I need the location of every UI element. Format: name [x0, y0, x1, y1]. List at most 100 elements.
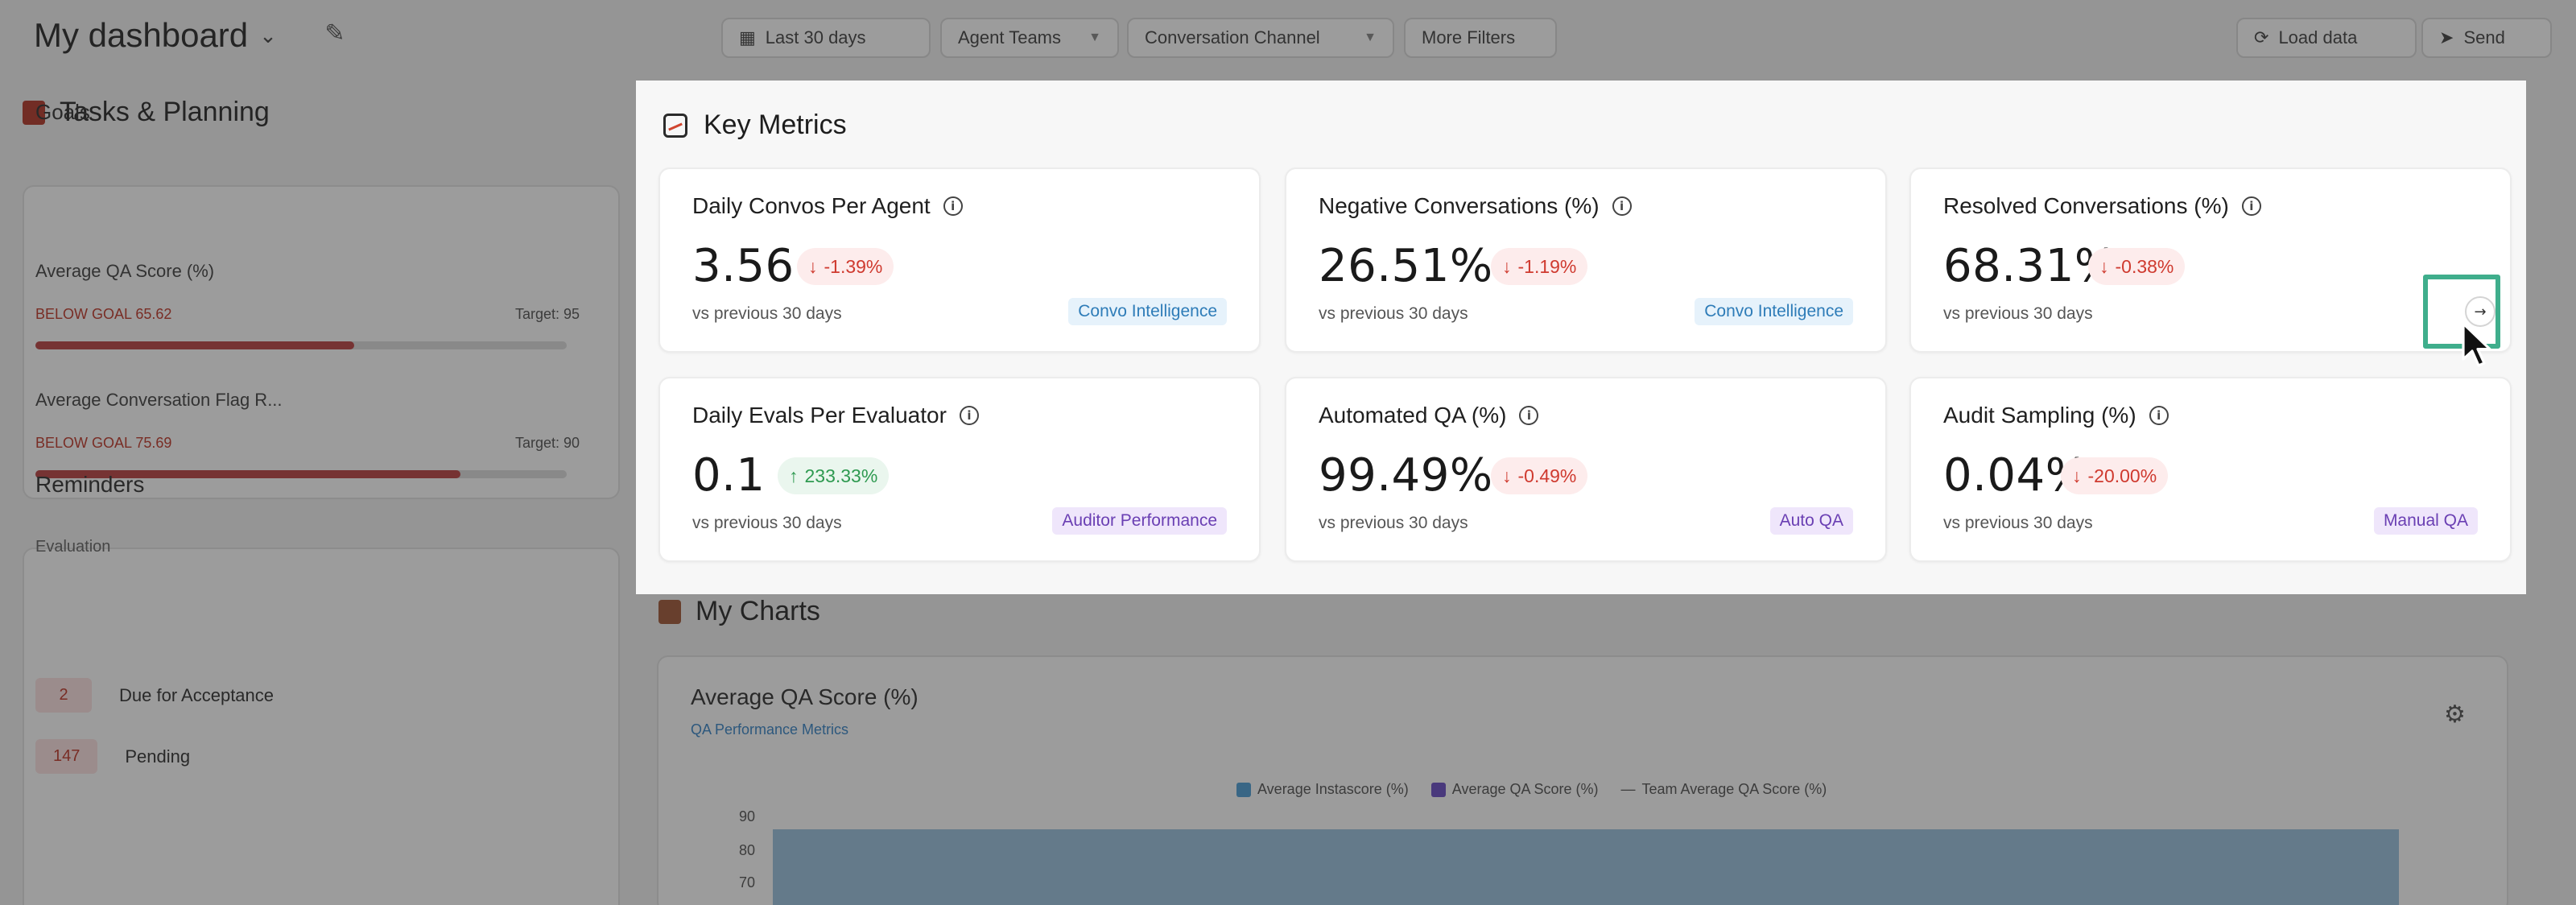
dashboard-title[interactable]: My dashboard ⌄ — [34, 16, 277, 55]
tasks-planning-title: Tasks & Planning — [60, 97, 270, 127]
metric-value: 3.56 — [692, 240, 795, 292]
metric-title: Daily Convos Per Agent i — [692, 193, 963, 219]
metric-delta-value: 233.33% — [804, 465, 878, 486]
date-range-label: Last 30 days — [765, 27, 866, 48]
metric-comparison: vs previous 30 days — [1943, 514, 2093, 532]
more-filters-label: More Filters — [1422, 27, 1516, 48]
arrow-up-icon: ↑ — [789, 465, 799, 486]
metric-title-text: Negative Conversations (%) — [1319, 193, 1600, 218]
key-metrics-panel: Key Metrics Daily Convos Per Agent i 3.5… — [636, 81, 2526, 594]
date-range-filter[interactable]: ▦ Last 30 days — [721, 18, 931, 58]
key-metrics-title: Key Metrics — [704, 110, 847, 140]
metric-title: Automated QA (%) i — [1319, 403, 1539, 428]
chart-legend: Average Instascore (%) Average QA Score … — [1236, 781, 1827, 798]
goal-progress-fill — [35, 341, 354, 349]
metric-title: Negative Conversations (%) i — [1319, 193, 1632, 219]
metric-card-daily-convos-per-agent[interactable]: Daily Convos Per Agent i 3.56 ↓ -1.39% v… — [658, 167, 1261, 353]
metric-card-resolved-conversations[interactable]: Resolved Conversations (%) i 68.31% ↓ -0… — [1909, 167, 2512, 353]
info-icon[interactable]: i — [943, 196, 963, 216]
arrow-down-icon: ↓ — [1502, 465, 1512, 486]
reminders-title: Reminders — [35, 472, 145, 497]
metric-card-automated-qa[interactable]: Automated QA (%) i 99.49% ↓ -0.49% vs pr… — [1285, 377, 1887, 562]
arrow-down-icon: ↓ — [2072, 465, 2082, 486]
info-icon[interactable]: i — [2241, 196, 2261, 216]
more-filters-button[interactable]: More Filters — [1404, 18, 1557, 58]
metric-category-tag: Auto QA — [1769, 507, 1853, 535]
metric-card-audit-sampling[interactable]: Audit Sampling (%) i 0.04% ↓ -20.00% vs … — [1909, 377, 2512, 562]
my-charts-header: My Charts — [658, 596, 820, 627]
metric-value: 99.49% — [1319, 449, 1493, 502]
metric-delta-value: -1.19% — [1517, 255, 1577, 277]
metric-title: Resolved Conversations (%) i — [1943, 193, 2261, 219]
mouse-cursor-icon — [2462, 322, 2491, 367]
metric-category-tag: Convo Intelligence — [1068, 298, 1227, 325]
chart-area — [773, 829, 2399, 905]
metric-comparison: vs previous 30 days — [692, 304, 842, 323]
metric-delta-value: -0.38% — [2115, 255, 2174, 277]
goal-status: BELOW GOAL 65.62 — [35, 306, 172, 322]
metric-title: Audit Sampling (%) i — [1943, 403, 2169, 428]
reminder-row[interactable]: 147 Pending — [35, 739, 190, 774]
top-bar: My dashboard ⌄ ✎ ▦ Last 30 days Agent Te… — [0, 0, 2576, 77]
metric-card-daily-evals-per-evaluator[interactable]: Daily Evals Per Evaluator i 0.1 ↑ 233.33… — [658, 377, 1261, 562]
metric-delta-value: -0.49% — [1517, 465, 1577, 486]
metric-delta: ↓ -20.00% — [2061, 457, 2169, 494]
reminder-count: 2 — [35, 678, 92, 713]
metric-comparison: vs previous 30 days — [692, 514, 842, 532]
conversation-channel-label: Conversation Channel — [1145, 27, 1320, 48]
goal-status: BELOW GOAL 75.69 — [35, 435, 172, 451]
line-chart-icon — [663, 113, 687, 138]
goal-name: Average Conversation Flag R... — [35, 390, 283, 410]
metric-delta: ↓ -0.38% — [2088, 248, 2186, 285]
edit-icon[interactable]: ✎ — [319, 19, 351, 52]
arrow-down-icon: ↓ — [1502, 255, 1512, 277]
chevron-down-icon[interactable]: ⌄ — [259, 23, 277, 48]
metric-comparison: vs previous 30 days — [1943, 304, 2093, 323]
metric-title: Daily Evals Per Evaluator i — [692, 403, 979, 428]
info-icon[interactable]: i — [2149, 406, 2169, 425]
metric-value: 26.51% — [1319, 240, 1493, 292]
metric-delta: ↓ -1.39% — [797, 248, 894, 285]
chevron-down-icon: ▼ — [1088, 31, 1101, 44]
metric-title-text: Daily Evals Per Evaluator — [692, 403, 947, 428]
legend-item: Average Instascore (%) — [1236, 781, 1409, 798]
legend-swatch — [1236, 782, 1251, 797]
goals-title: Goals — [35, 100, 90, 124]
gear-icon[interactable]: ⚙ — [2444, 700, 2466, 729]
legend-label: Average QA Score (%) — [1451, 781, 1599, 797]
info-icon[interactable]: i — [1612, 196, 1632, 216]
info-icon[interactable]: i — [1519, 406, 1539, 425]
metric-delta-value: -20.00% — [2087, 465, 2157, 486]
reminder-row[interactable]: 2 Due for Acceptance — [35, 678, 274, 713]
legend-item: Average QA Score (%) — [1430, 781, 1599, 798]
goal-name: Average QA Score (%) — [35, 261, 215, 281]
agent-teams-filter[interactable]: Agent Teams ▼ — [940, 18, 1119, 58]
info-icon[interactable]: i — [959, 406, 979, 425]
metric-delta: ↑ 233.33% — [778, 457, 890, 494]
metric-value: 0.1 — [692, 449, 766, 502]
metric-category-tag: Auditor Performance — [1052, 507, 1227, 535]
chevron-down-icon: ▼ — [1364, 31, 1377, 44]
legend-item: — Team Average QA Score (%) — [1621, 781, 1827, 798]
metric-category-tag: Manual QA — [2373, 507, 2478, 535]
chart-title: Average QA Score (%) — [691, 684, 919, 709]
calendar-icon: ▦ — [739, 27, 756, 48]
conversation-channel-filter[interactable]: Conversation Channel ▼ — [1127, 18, 1394, 58]
key-metrics-header: Key Metrics — [663, 110, 847, 141]
tasks-planning-header: Tasks & Planning — [23, 97, 620, 128]
y-tick-label: 90 — [739, 808, 756, 824]
send-button[interactable]: ➤ Send — [2421, 18, 2552, 58]
chart-icon — [658, 599, 681, 624]
chart-subtitle-link[interactable]: QA Performance Metrics — [691, 721, 848, 738]
send-label: Send — [2463, 27, 2505, 48]
metric-category-tag: Convo Intelligence — [1695, 298, 1853, 325]
load-data-button[interactable]: ⟳ Load data — [2236, 18, 2417, 58]
reminder-label: Due for Acceptance — [119, 684, 275, 705]
reminders-card — [23, 548, 620, 905]
goal-progress-bar — [35, 341, 567, 349]
reminders-subtitle: Evaluation — [35, 538, 111, 556]
arrow-down-icon: ↓ — [808, 255, 818, 277]
legend-line: — — [1620, 781, 1636, 797]
metric-card-negative-conversations[interactable]: Negative Conversations (%) i 26.51% ↓ -1… — [1285, 167, 1887, 353]
legend-label: Team Average QA Score (%) — [1641, 781, 1827, 797]
